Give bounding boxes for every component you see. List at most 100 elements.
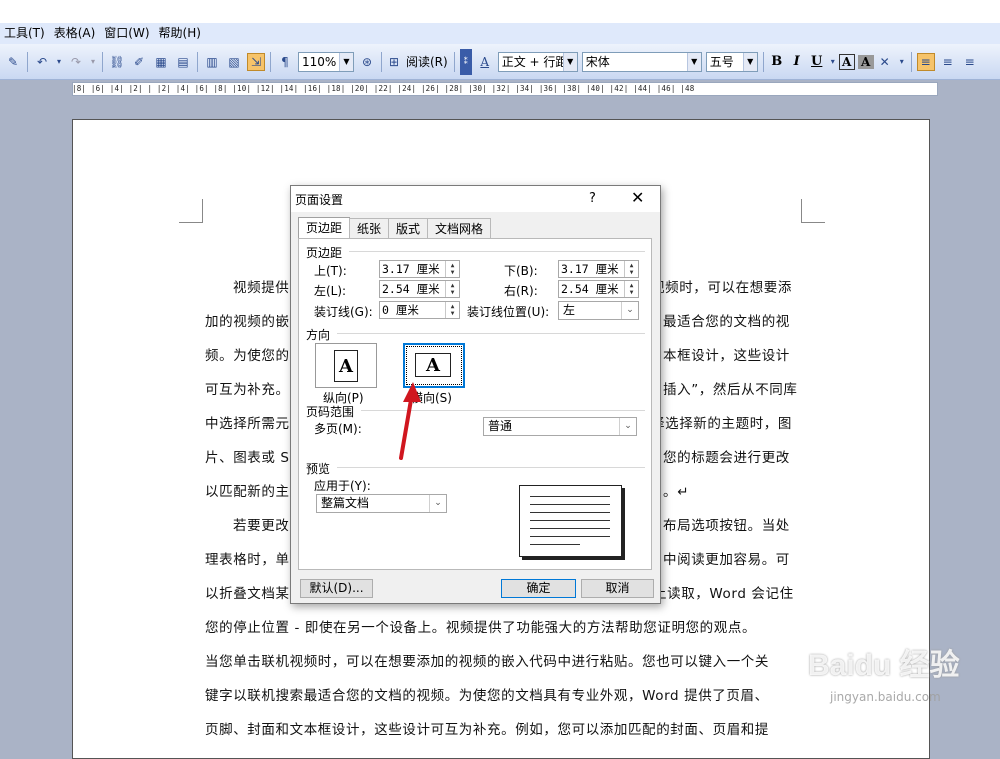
- hyperlink-icon[interactable]: ⛓: [108, 53, 126, 71]
- bottom-margin-spinner[interactable]: 3.17 厘米 ▲ ▼: [558, 260, 639, 278]
- horizontal-ruler[interactable]: |8| |6| |4| |2| | |2| |4| |6| |8| |10| |…: [0, 80, 1000, 100]
- close-icon[interactable]: ✕: [631, 188, 644, 207]
- pages-section-label: 页码范围: [306, 405, 355, 419]
- align-right-icon[interactable]: ≡: [961, 53, 979, 71]
- chevron-down-icon[interactable]: ⌄: [621, 302, 638, 319]
- insert-excel-icon[interactable]: ▤: [174, 53, 192, 71]
- portrait-option[interactable]: A: [315, 343, 377, 388]
- cancel-button[interactable]: 取消: [581, 579, 654, 598]
- section-divider: [337, 333, 645, 334]
- menu-table[interactable]: 表格(A): [52, 23, 103, 44]
- tab-paper[interactable]: 纸张: [349, 218, 390, 239]
- formatting-toolbar: ✎ ↶ ▾ ↷ ▾ ⛓ ✐ ▦ ▤ ▥ ▧ ⇲ ¶ 110% ▼ ⊛ ⊞ 阅读(…: [0, 44, 1000, 80]
- spinner-arrows-icon[interactable]: ▲ ▼: [624, 281, 638, 297]
- multiple-pages-value: 普通: [488, 419, 513, 433]
- columns-icon[interactable]: ▥: [203, 53, 221, 71]
- undo-dropdown-icon[interactable]: ▾: [55, 53, 63, 71]
- gutter-position-value: 左: [563, 303, 576, 317]
- left-margin-spinner[interactable]: 2.54 厘米 ▲ ▼: [379, 280, 460, 298]
- show-hide-icon[interactable]: ¶: [276, 53, 294, 71]
- multiple-pages-label: 多页(M):: [314, 422, 362, 436]
- right-margin-spinner[interactable]: 2.54 厘米 ▲ ▼: [558, 280, 639, 298]
- doc-line-fragment: 中阅读更加容易。可: [663, 552, 790, 568]
- preview-line: [530, 536, 610, 537]
- landscape-option[interactable]: A: [403, 343, 465, 388]
- phonetic-dropdown-icon[interactable]: ▾: [898, 53, 906, 71]
- doc-line-fragment: 上读取，Word 会记住: [653, 586, 794, 602]
- menu-window[interactable]: 窗口(W): [102, 23, 156, 44]
- menu-tools[interactable]: 工具(T): [2, 23, 52, 44]
- chevron-down-icon[interactable]: ▼: [686, 52, 701, 71]
- align-left-icon[interactable]: ≡: [916, 52, 935, 71]
- doc-line-fragment: 插入”，然后从不同库: [663, 382, 798, 398]
- multiple-pages-select[interactable]: 普通 ⌄: [483, 417, 637, 436]
- preview-line: [530, 520, 610, 521]
- help-icon[interactable]: ?: [589, 191, 596, 206]
- gutter-spinner[interactable]: 0 厘米 ▲ ▼: [379, 301, 460, 319]
- chevron-down-icon[interactable]: ▼: [742, 52, 757, 71]
- toolbar-options-icon[interactable]: ⁑: [459, 48, 472, 75]
- format-painter-icon[interactable]: ✎: [4, 53, 22, 71]
- preview-line: [530, 544, 580, 545]
- read-mode-button[interactable]: 阅读(R): [406, 53, 448, 70]
- chevron-down-icon[interactable]: ▼: [339, 52, 353, 71]
- gutter-label: 装订线(G):: [314, 305, 373, 319]
- landscape-page-icon: A: [415, 353, 451, 377]
- default-button[interactable]: 默认(D)...: [300, 579, 373, 598]
- top-margin-label: 上(T):: [314, 264, 347, 278]
- preview-line: [530, 496, 610, 497]
- tab-doc-grid[interactable]: 文档网格: [427, 218, 492, 239]
- toolbar-separator: [270, 51, 271, 72]
- tab-layout[interactable]: 版式: [388, 218, 429, 239]
- tables-borders-icon[interactable]: ✐: [130, 53, 148, 71]
- italic-button[interactable]: I: [787, 54, 807, 69]
- style-combo[interactable]: 正文 + 行距 ▼: [497, 51, 578, 72]
- doc-line: 当您单击联机视频时，可以在想要添加的视频的嵌入代码中进行粘贴。您也可以键入一个关: [205, 654, 769, 670]
- align-center-icon[interactable]: ≡: [939, 53, 957, 71]
- char-shading-button[interactable]: A: [857, 54, 874, 69]
- chevron-down-icon[interactable]: ⌄: [619, 418, 636, 435]
- drawing-icon[interactable]: ▧: [225, 53, 243, 71]
- bold-button[interactable]: B: [767, 54, 787, 69]
- toolbar-separator: [27, 51, 28, 72]
- chevron-down-icon[interactable]: ▼: [562, 52, 577, 71]
- spinner-arrows-icon[interactable]: ▲ ▼: [445, 281, 459, 297]
- top-margin-spinner[interactable]: 3.17 厘米 ▲ ▼: [379, 260, 460, 278]
- underline-button[interactable]: U: [807, 54, 827, 69]
- spinner-arrows-icon[interactable]: ▲ ▼: [445, 302, 459, 318]
- spinner-arrows-icon[interactable]: ▲ ▼: [624, 261, 638, 277]
- font-size-value: 五号: [709, 55, 734, 69]
- redo-dropdown-icon[interactable]: ▾: [89, 53, 97, 71]
- dialog-title-bar[interactable]: 页面设置 ? ✕: [291, 186, 660, 212]
- spinner-arrows-icon[interactable]: ▲ ▼: [445, 261, 459, 277]
- ok-button[interactable]: 确定: [501, 579, 576, 598]
- undo-icon[interactable]: ↶: [33, 53, 51, 71]
- margin-corner-right: [801, 199, 825, 223]
- page-setup-dialog: 页面设置 ? ✕ 页边距 纸张 版式 文档网格 页边距 上(T): 3.17 厘…: [290, 185, 661, 604]
- font-size-combo[interactable]: 五号 ▼: [705, 51, 758, 72]
- font-combo[interactable]: 宋体 ▼: [581, 51, 702, 72]
- baidu-logo: Baidu 经验: [808, 649, 960, 682]
- bottom-margin-value: 3.17 厘米: [561, 262, 619, 276]
- gutter-position-select[interactable]: 左 ⌄: [558, 301, 639, 320]
- phonetic-icon[interactable]: ✕: [876, 53, 894, 71]
- char-border-button[interactable]: A: [838, 53, 855, 70]
- toolbar-separator: [197, 51, 198, 72]
- menu-help[interactable]: 帮助(H): [157, 23, 208, 44]
- baidu-url: jingyan.baidu.com: [830, 690, 941, 704]
- styles-formatting-icon[interactable]: A: [476, 53, 494, 71]
- document-map-icon[interactable]: ⇲: [247, 52, 265, 71]
- apply-to-select[interactable]: 整篇文档 ⌄: [316, 494, 447, 513]
- gutter-value: 0 厘米: [382, 303, 419, 317]
- redo-icon[interactable]: ↷: [67, 53, 85, 71]
- font-value: 宋体: [585, 55, 610, 69]
- insert-table-icon[interactable]: ▦: [152, 53, 170, 71]
- help-icon[interactable]: ⊛: [358, 53, 376, 71]
- underline-dropdown-icon[interactable]: ▾: [829, 53, 837, 71]
- read-mode-icon[interactable]: ⊞: [387, 53, 401, 71]
- chevron-down-icon[interactable]: ⌄: [429, 495, 446, 512]
- zoom-combo[interactable]: 110% ▼: [298, 51, 354, 72]
- tab-margins[interactable]: 页边距: [298, 217, 351, 239]
- top-margin-value: 3.17 厘米: [382, 262, 440, 276]
- toolbar-separator: [381, 51, 382, 72]
